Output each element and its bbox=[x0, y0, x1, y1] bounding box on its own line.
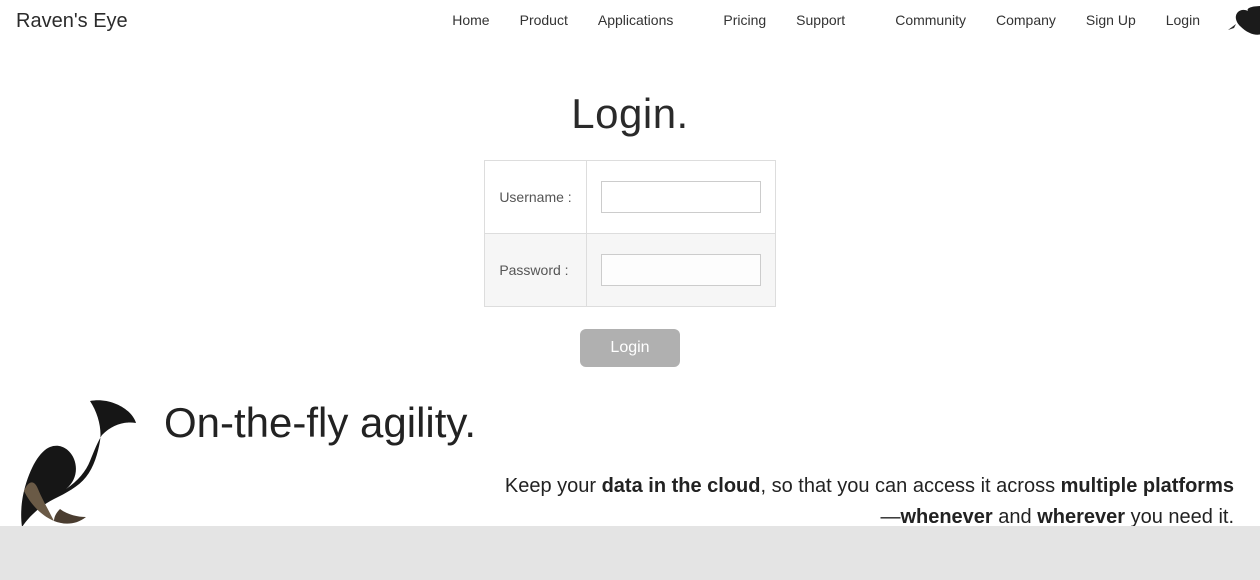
login-section: Login. Username : Password : Login bbox=[0, 90, 1260, 367]
username-label: Username : bbox=[485, 161, 586, 234]
password-cell bbox=[586, 234, 775, 307]
brand-title: Raven's Eye bbox=[16, 10, 128, 33]
hero-sub-text: — bbox=[880, 506, 900, 528]
login-form: Username : Password : bbox=[484, 160, 775, 307]
raven-head-icon bbox=[1222, 6, 1260, 42]
hero-sub-bold: data in the cloud bbox=[602, 475, 761, 497]
nav-home[interactable]: Home bbox=[452, 10, 489, 30]
username-cell bbox=[586, 161, 775, 234]
login-button[interactable]: Login bbox=[580, 329, 679, 367]
hero-subtitle: Keep your data in the cloud, so that you… bbox=[24, 471, 1236, 533]
hero-sub-text: and bbox=[993, 506, 1037, 528]
nav-signup[interactable]: Sign Up bbox=[1086, 10, 1136, 30]
login-title: Login. bbox=[0, 90, 1260, 138]
nav-company[interactable]: Company bbox=[996, 10, 1056, 30]
nav-pricing[interactable]: Pricing bbox=[723, 10, 766, 30]
password-input[interactable] bbox=[601, 254, 761, 286]
footer-band bbox=[0, 526, 1260, 580]
hero-sub-text: you need it. bbox=[1125, 506, 1234, 528]
password-row: Password : bbox=[485, 234, 775, 307]
header: Raven's Eye Home Product Applications Pr… bbox=[0, 0, 1260, 50]
hero-title: On-the-fly agility. bbox=[164, 401, 1236, 445]
password-label: Password : bbox=[485, 234, 586, 307]
hero-sub-text: Keep your bbox=[505, 475, 602, 497]
nav-login[interactable]: Login bbox=[1166, 10, 1200, 30]
hero-sub-text: , so that you can access it across bbox=[761, 475, 1061, 497]
main-nav: Home Product Applications Pricing Suppor… bbox=[452, 10, 1200, 30]
nav-product[interactable]: Product bbox=[520, 10, 568, 30]
hero-sub-bold: wherever bbox=[1037, 506, 1125, 528]
nav-community[interactable]: Community bbox=[895, 10, 966, 30]
hero-sub-bold: multiple platforms bbox=[1061, 475, 1234, 497]
username-input[interactable] bbox=[601, 181, 761, 213]
nav-applications[interactable]: Applications bbox=[598, 10, 674, 30]
username-row: Username : bbox=[485, 161, 775, 234]
nav-support[interactable]: Support bbox=[796, 10, 845, 30]
hero-sub-bold: whenever bbox=[900, 506, 992, 528]
